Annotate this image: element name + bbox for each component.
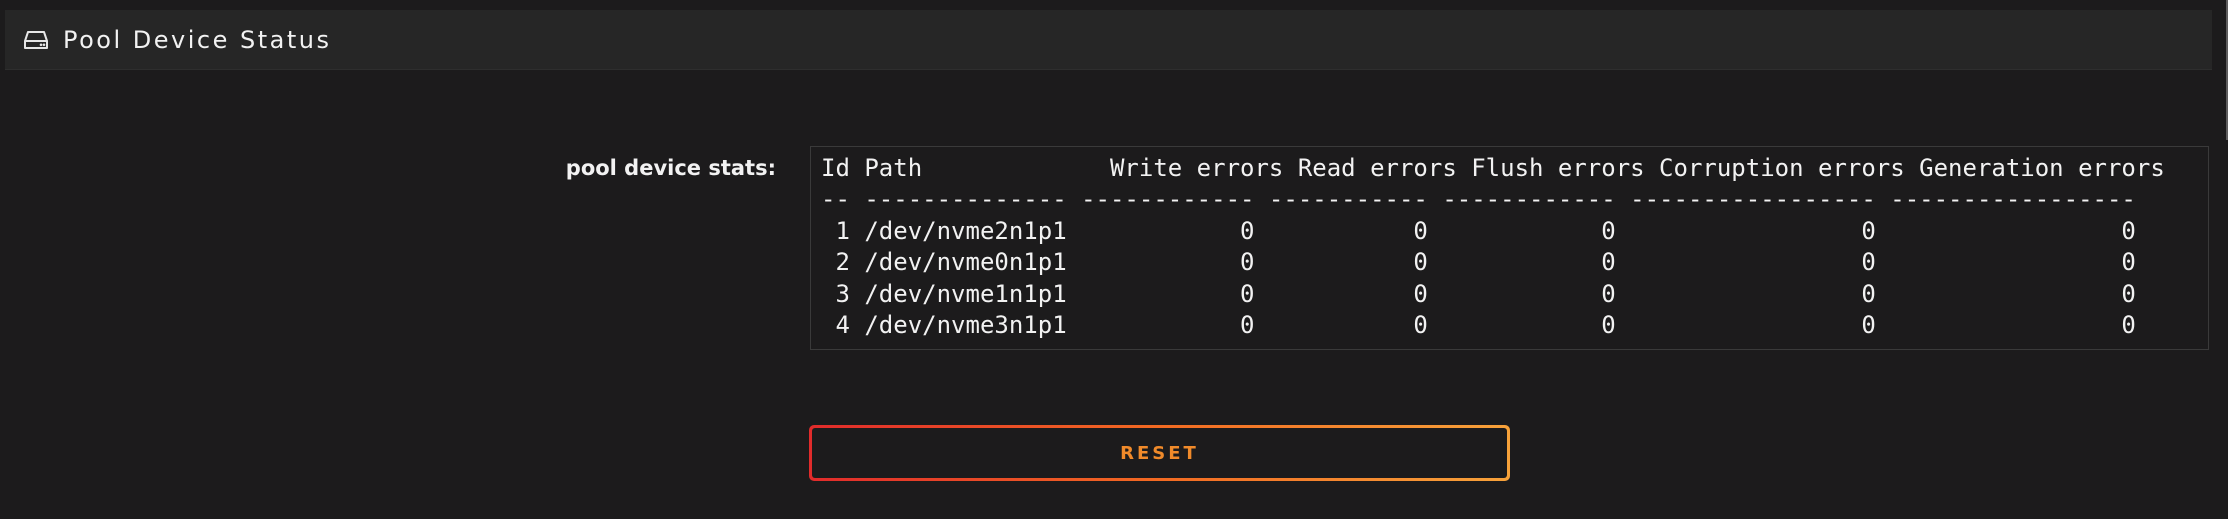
stats-text: Id Path Write errors Read errors Flush e… [821,154,2165,340]
hard-drive-icon [23,28,49,52]
reset-button-label: RESET [1120,442,1199,464]
page-title: Pool Device Status [63,25,332,54]
pool-device-stats-output: Id Path Write errors Read errors Flush e… [810,146,2209,350]
pool-device-stats-label: pool device stats: [565,156,776,180]
reset-button-inner[interactable]: RESET [812,428,1507,478]
reset-button[interactable]: RESET [809,425,1510,481]
section-header: Pool Device Status [5,10,2212,70]
pool-device-status-page: Pool Device Status pool device stats: Id… [0,0,2228,519]
